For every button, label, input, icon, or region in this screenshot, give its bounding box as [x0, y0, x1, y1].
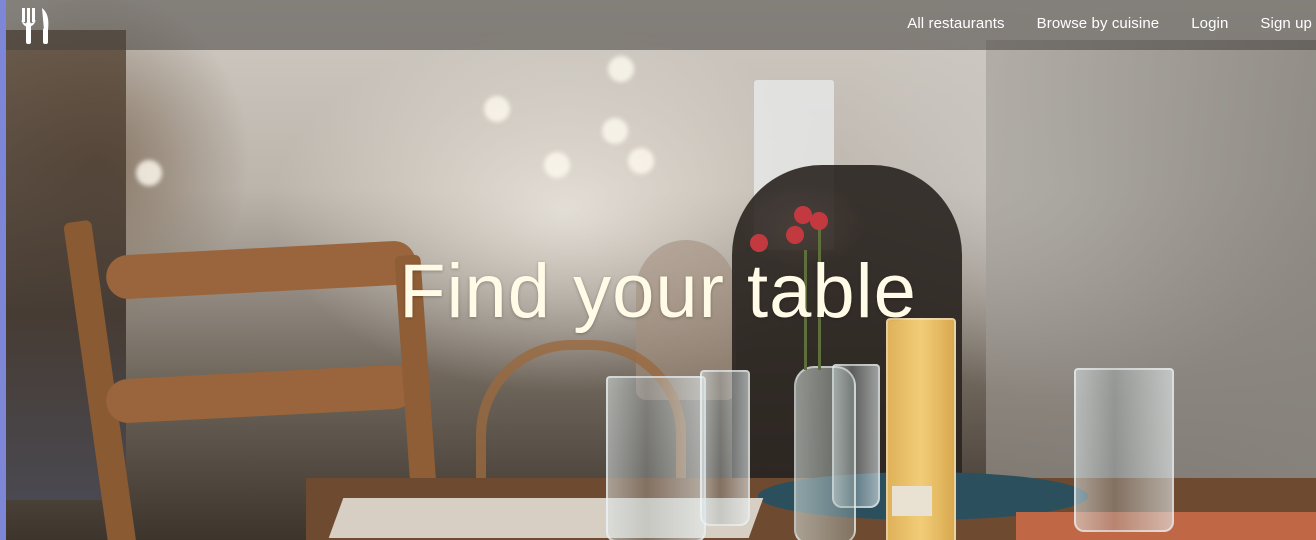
nav-login[interactable]: Login: [1191, 15, 1228, 32]
light-bulb: [602, 118, 628, 144]
light-bulb: [608, 56, 634, 82]
light-bulb: [136, 160, 162, 186]
light-bulb: [484, 96, 510, 122]
water-glass: [700, 370, 750, 526]
water-glass: [1074, 368, 1174, 532]
light-bulb: [544, 152, 570, 178]
candle-label: [892, 486, 932, 516]
logo[interactable]: [14, 4, 56, 46]
chair-slat: [105, 363, 417, 425]
main-navigation: All restaurants Browse by cuisine Login …: [907, 0, 1316, 46]
flower: [786, 226, 804, 244]
nav-all-restaurants[interactable]: All restaurants: [907, 15, 1004, 32]
water-glass: [606, 376, 706, 540]
hero-headline: Find your table: [399, 249, 917, 334]
nav-browse-by-cuisine[interactable]: Browse by cuisine: [1037, 15, 1160, 32]
light-bulb: [628, 148, 654, 174]
flower-vase: [794, 366, 856, 540]
nav-sign-up[interactable]: Sign up: [1260, 15, 1312, 32]
flower: [810, 212, 828, 230]
fork-knife-icon: [21, 8, 49, 44]
